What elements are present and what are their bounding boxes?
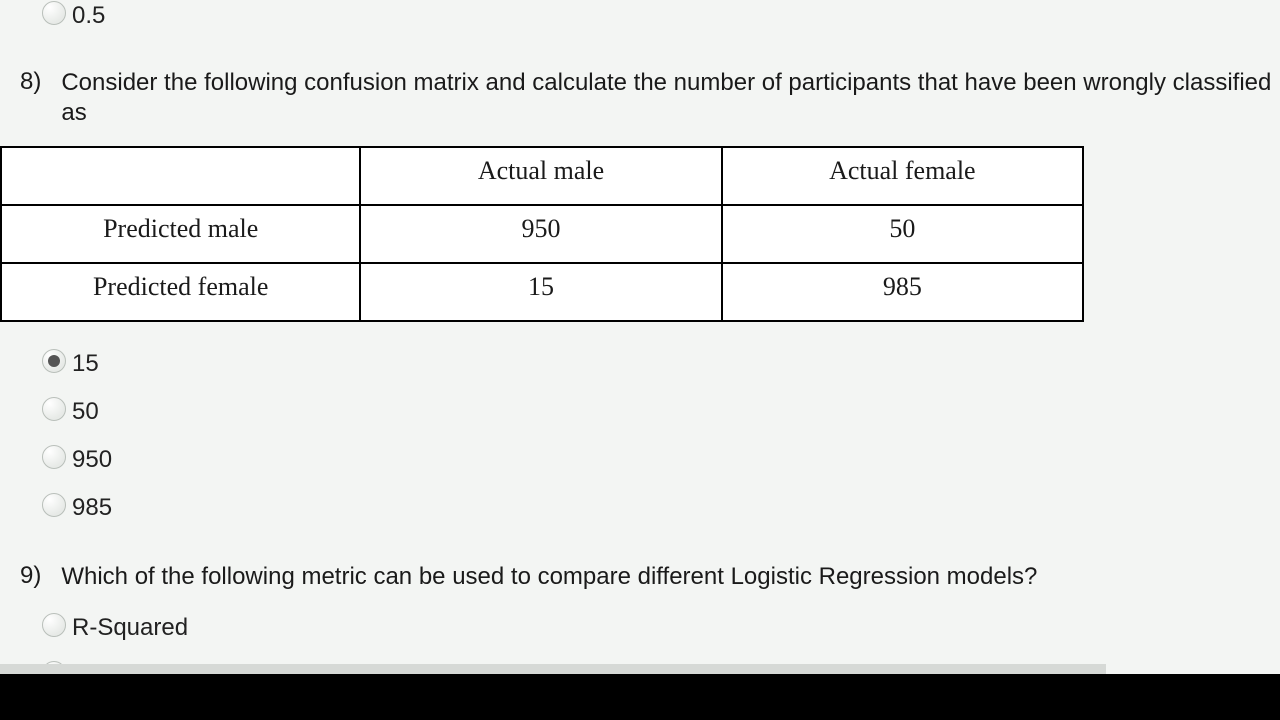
option-label: 985 — [72, 494, 112, 522]
question-text: Consider the following confusion matrix … — [61, 68, 1280, 128]
cell-predicted-female-actual-female: 985 — [722, 263, 1083, 321]
question-text: Which of the following metric can be use… — [61, 562, 1037, 592]
radio-icon[interactable] — [42, 1, 66, 25]
bottom-bar — [0, 674, 1280, 720]
table-row: Predicted female 15 985 — [1, 263, 1083, 321]
quiz-content: 0.5 8) Consider the following confusion … — [0, 2, 1280, 690]
question-9: 9) Which of the following metric can be … — [0, 562, 1280, 592]
table-row: Predicted male 950 50 — [1, 205, 1083, 263]
radio-icon[interactable] — [42, 349, 66, 373]
cell-predicted-male-actual-female: 50 — [722, 205, 1083, 263]
row-header-predicted-female: Predicted female — [1, 263, 360, 321]
question-number: 9) — [20, 562, 41, 590]
cell-predicted-male-actual-male: 950 — [360, 205, 721, 263]
confusion-matrix-table: Actual male Actual female Predicted male… — [0, 146, 1084, 322]
col-header-actual-female: Actual female — [722, 147, 1083, 205]
question-8: 8) Consider the following confusion matr… — [0, 68, 1280, 128]
cell-predicted-female-actual-male: 15 — [360, 263, 721, 321]
q9-option-r-squared[interactable]: R-Squared — [0, 614, 1280, 642]
radio-icon[interactable] — [42, 613, 66, 637]
radio-icon[interactable] — [42, 397, 66, 421]
radio-icon[interactable] — [42, 493, 66, 517]
table-corner-cell — [1, 147, 360, 205]
table-header-row: Actual male Actual female — [1, 147, 1083, 205]
q8-options: 15 50 950 985 — [0, 350, 1280, 522]
q8-option-50[interactable]: 50 — [0, 398, 1280, 426]
prev-question-option[interactable]: 0.5 — [0, 2, 1280, 30]
q8-option-15[interactable]: 15 — [0, 350, 1280, 378]
row-header-predicted-male: Predicted male — [1, 205, 360, 263]
option-label: R-Squared — [72, 614, 188, 642]
option-label: 50 — [72, 398, 99, 426]
option-label: 0.5 — [72, 2, 105, 30]
horizontal-scrollbar[interactable] — [0, 664, 1106, 674]
radio-icon[interactable] — [42, 445, 66, 469]
q8-option-985[interactable]: 985 — [0, 494, 1280, 522]
option-label: 15 — [72, 350, 99, 378]
q8-option-950[interactable]: 950 — [0, 446, 1280, 474]
col-header-actual-male: Actual male — [360, 147, 721, 205]
question-number: 8) — [20, 68, 41, 96]
option-label: 950 — [72, 446, 112, 474]
